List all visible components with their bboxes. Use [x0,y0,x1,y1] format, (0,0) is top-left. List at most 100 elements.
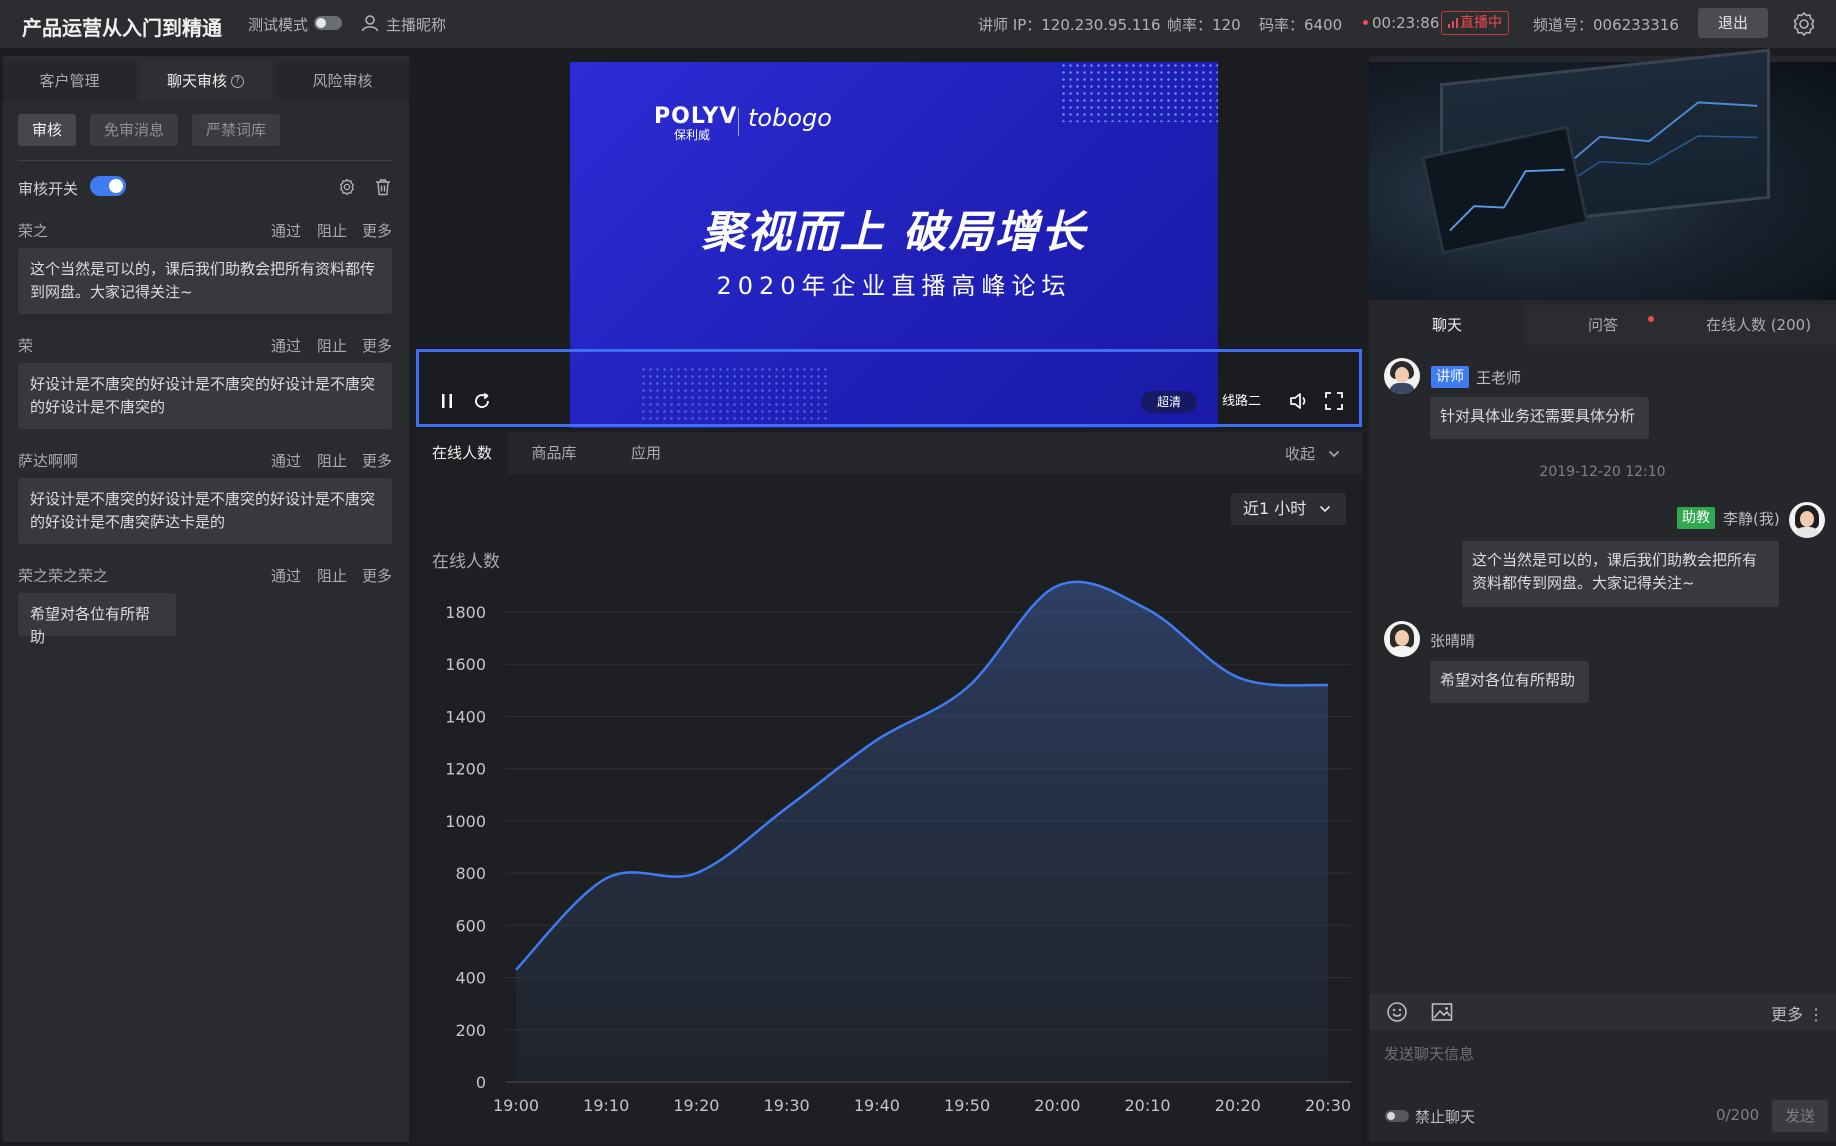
avatar-face [1395,630,1409,646]
assistant-badge: 助教 [1677,507,1715,529]
x-axis: 19:00 19:10 19:20 19:30 19:40 19:50 20:00 20:10… [493,1096,1351,1115]
pause-icon[interactable] [437,391,457,411]
fullscreen-icon[interactable] [1325,392,1343,410]
settings-gear-icon[interactable] [1790,10,1818,38]
tab-label: 风险审核 [312,72,373,90]
avatar[interactable] [1789,502,1825,538]
y-tick-label: 1200 [445,760,486,779]
review-message-author: 萨达啊啊 [18,452,79,470]
block-button[interactable]: 阻止 [317,335,347,356]
quality-button[interactable]: 超清 [1141,391,1197,413]
tab-product-library[interactable]: 商品库 [508,432,600,474]
tab-applications[interactable]: 应用 [600,432,692,474]
avatar-face [1395,367,1409,383]
review-message-text: 这个当然是可以的，课后我们助教会把所有资料都传到网盘。大家记得关注~ [18,248,392,314]
review-message-text: 好设计是不唐突的好设计是不唐突的好设计是不唐突的好设计是不唐突的 [18,363,392,429]
bit-rate: 码率：6400 [1259,16,1343,34]
x-tick-label: 19:20 [673,1096,719,1115]
y-tick-label: 1400 [445,707,486,726]
image-icon[interactable] [1430,1000,1454,1024]
video-controls-bar [416,349,1362,427]
more-button[interactable]: 更多 [362,220,392,241]
tab-customer-management[interactable]: 客户管理 [3,62,136,100]
more-button[interactable]: 更多 [362,450,392,471]
block-button[interactable]: 阻止 [317,220,347,241]
subtab-banned-words[interactable]: 严禁词库 [192,114,281,146]
avatar-body [1794,527,1820,538]
chat-timestamp: 2019-12-20 12:10 [1539,464,1666,480]
review-message-author: 荣 [18,337,34,355]
send-button[interactable]: 发送 [1772,1100,1828,1132]
char-count: 0/200 [1716,1106,1760,1124]
tab-chat-review[interactable]: 聊天审核? [139,62,272,100]
slide-headline: 聚视而上 破局增长 [701,207,1087,258]
line-switch-button[interactable]: 线路二 [1222,391,1261,413]
x-tick-label: 19:10 [583,1096,629,1115]
x-tick-label: 20:00 [1034,1096,1080,1115]
chevron-down-icon[interactable] [1327,447,1341,461]
page-title: 产品运营从入门到精通 [22,16,222,40]
x-tick-label: 20:30 [1305,1096,1351,1115]
y-tick-label: 800 [455,864,486,883]
review-switch-toggle[interactable] [90,176,126,196]
y-tick-label: 0 [476,1073,486,1092]
x-tick-label: 20:20 [1215,1096,1261,1115]
exit-button[interactable]: 退出 [1698,8,1768,38]
pass-button[interactable]: 通过 [271,450,301,471]
refresh-icon[interactable] [472,391,492,411]
chat-message: 希望对各位有所帮助 [1430,661,1589,703]
chevron-down-icon[interactable] [1318,502,1332,516]
chat-message: 针对具体业务还需要具体分析 [1430,397,1649,439]
left-tab-bar: 客户管理 聊天审核? 风险审核 [3,62,409,100]
tobogo-logo: tobogo [748,104,832,132]
gear-icon[interactable] [338,178,356,196]
pass-button[interactable]: 通过 [271,335,301,356]
x-tick-label: 19:50 [944,1096,990,1115]
tab-qa[interactable]: 问答 [1525,305,1681,345]
tab-online-users[interactable]: 在线人数 (200) [1681,305,1836,345]
test-mode-toggle[interactable] [314,16,342,30]
lecturer-badge: 讲师 [1431,366,1469,388]
slide-subheadline: 2020年企业直播高峰论坛 [716,272,1072,300]
subtab-exempt-messages[interactable]: 免审消息 [90,114,179,146]
block-button[interactable]: 阻止 [317,450,347,471]
decorative-dots [1060,62,1218,122]
x-tick-label: 19:00 [493,1096,539,1115]
chat-input[interactable] [1384,1042,1814,1066]
review-message-text: 好设计是不唐突的好设计是不唐突的好设计是不唐突的好设计是不唐突萨达卡是的 [18,478,392,544]
more-button[interactable]: 更多 ⋮ [1771,1001,1824,1025]
pass-button[interactable]: 通过 [271,565,301,586]
chat-author: 王老师 [1476,369,1522,387]
volume-icon[interactable] [1288,391,1310,411]
tab-chat[interactable]: 聊天 [1369,305,1525,345]
subtab-review[interactable]: 审核 [18,114,77,146]
live-indicator-dot [1363,20,1368,25]
block-button[interactable]: 阻止 [317,565,347,586]
review-switch-label: 审核开关 [18,180,79,198]
review-message-text: 希望对各位有所帮助 [18,593,176,646]
live-status-badge: 直播中 [1441,11,1509,35]
pass-button[interactable]: 通过 [271,220,301,241]
y-axis: 0 200 400 600 800 1000 1200 1400 1600 1800 [445,603,486,1092]
collapse-button[interactable]: 收起 [1285,443,1315,464]
host-name[interactable]: 主播昵称 [386,14,446,35]
more-button[interactable]: 更多 [362,565,392,586]
emoji-icon[interactable] [1385,1000,1409,1024]
help-icon[interactable]: ? [231,75,244,88]
polyv-logo-sub: 保利威 [674,128,711,142]
divider [18,160,392,161]
y-tick-label: 1800 [445,603,486,622]
notification-dot [1648,316,1654,322]
tab-online-count[interactable]: 在线人数 [416,432,508,474]
ban-chat-toggle[interactable] [1385,1110,1409,1122]
tab-label: 客户管理 [39,72,100,90]
trash-icon[interactable] [374,178,392,196]
chat-author: 李静(我) [1723,510,1780,528]
y-tick-label: 400 [455,969,486,988]
avatar[interactable] [1384,621,1420,657]
more-button[interactable]: 更多 [362,335,392,356]
avatar-body [1389,646,1415,657]
avatar[interactable] [1384,358,1420,394]
tab-label: 聊天审核 [166,72,227,90]
tab-risk-review[interactable]: 风险审核 [276,62,409,100]
